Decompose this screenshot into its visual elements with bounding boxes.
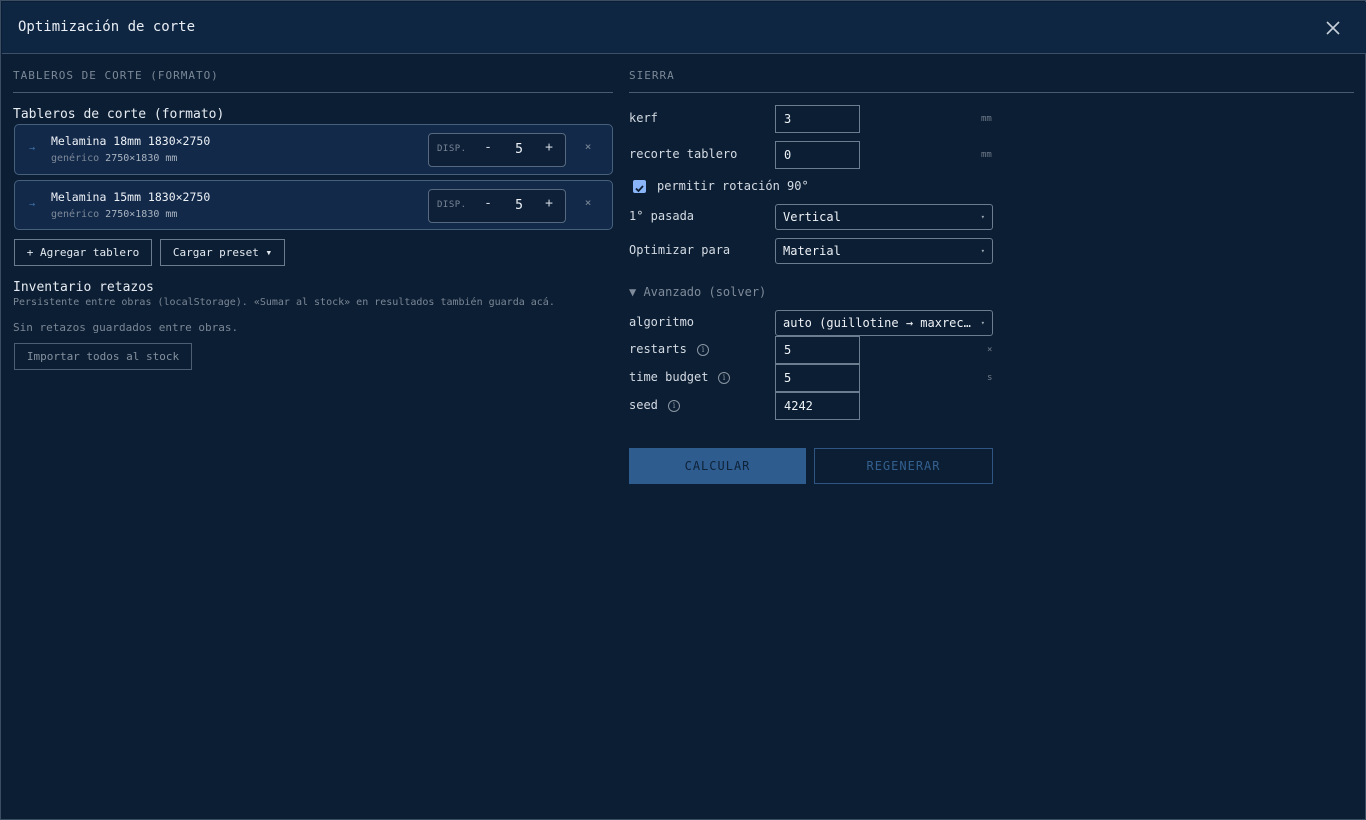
time-budget-label: time budget [629, 370, 709, 384]
divider [629, 92, 1354, 93]
close-icon [1326, 21, 1340, 35]
disp-label: DISP. [437, 144, 467, 154]
first-pass-select[interactable]: Vertical ▾ [775, 204, 993, 230]
algorithm-value: auto (guillotine → maxrects) [783, 316, 973, 330]
load-preset-button[interactable]: Cargar preset ▾ [160, 239, 285, 266]
seed-label: seed [629, 398, 658, 412]
restarts-input[interactable]: 5 [775, 336, 860, 364]
info-icon[interactable]: i [697, 344, 709, 356]
arrow-icon: → [29, 143, 36, 154]
seed-input[interactable]: 4242 [775, 392, 860, 420]
advanced-toggle[interactable]: ▼ Avanzado (solver) [629, 285, 766, 299]
trim-unit: mm [981, 150, 992, 160]
arrow-icon: → [29, 199, 36, 210]
chevron-down-icon: ▾ [980, 319, 985, 327]
board-meta: genérico 2750×1830 mm [51, 153, 177, 164]
dialog: Optimización de corte TABLEROS DE CORTE … [0, 0, 1366, 820]
disp-label: DISP. [437, 200, 467, 210]
board-card[interactable]: → Melamina 15mm 1830×2750 genérico 2750×1… [14, 180, 613, 230]
kerf-unit: mm [981, 114, 992, 124]
board-dims: 2750×1830 mm [105, 209, 178, 220]
offcuts-empty-text: Sin retazos guardados entre obras. [13, 321, 239, 334]
restarts-unit: × [987, 345, 993, 355]
time-budget-input[interactable]: 5 [775, 364, 860, 392]
quantity-stepper: DISP. - 5 + [428, 189, 566, 223]
calculate-button[interactable]: CALCULAR [629, 448, 806, 484]
board-name: Melamina 18mm 1830×2750 [51, 134, 211, 148]
trim-input[interactable]: 0 [775, 141, 860, 169]
decrement-button[interactable]: - [481, 196, 495, 216]
algorithm-label: algoritmo [629, 315, 695, 329]
board-kind: genérico [51, 209, 100, 220]
decrement-button[interactable]: - [481, 140, 495, 160]
offcuts-title: Inventario retazos [13, 280, 154, 295]
algorithm-select[interactable]: auto (guillotine → maxrects) ▾ [775, 310, 993, 336]
divider [13, 92, 613, 93]
kerf-input[interactable]: 3 [775, 105, 860, 133]
first-pass-label: 1° pasada [629, 209, 695, 223]
optimize-for-value: Material [783, 244, 841, 258]
import-stock-button[interactable]: Importar todos al stock [14, 343, 192, 370]
board-meta: genérico 2750×1830 mm [51, 209, 177, 220]
board-dims: 2750×1830 mm [105, 153, 178, 164]
trim-label: recorte tablero [629, 147, 738, 161]
dialog-header: Optimización de corte [2, 2, 1366, 54]
dialog-title: Optimización de corte [18, 19, 196, 35]
info-icon[interactable]: i [668, 400, 680, 412]
increment-button[interactable]: + [542, 196, 556, 216]
first-pass-value: Vertical [783, 210, 841, 224]
chevron-down-icon: ▾ [980, 247, 985, 255]
section-title-boards: TABLEROS DE CORTE (FORMATO) [13, 69, 219, 82]
quantity-value[interactable]: 5 [509, 198, 529, 213]
check-icon [635, 185, 644, 193]
optimize-for-select[interactable]: Material ▾ [775, 238, 993, 264]
quantity-stepper: DISP. - 5 + [428, 133, 566, 167]
section-title-saw: SIERRA [629, 69, 675, 82]
board-name: Melamina 15mm 1830×2750 [51, 190, 211, 204]
increment-button[interactable]: + [542, 140, 556, 160]
regenerate-button[interactable]: REGENERAR [814, 448, 993, 484]
info-icon[interactable]: i [718, 372, 730, 384]
chevron-down-icon: ▾ [980, 213, 985, 221]
rotation-checkbox[interactable] [633, 180, 646, 193]
remove-board-button[interactable]: × [581, 140, 595, 156]
rotation-label: permitir rotación 90° [657, 179, 809, 193]
offcuts-description: Persistente entre obras (localStorage). … [13, 297, 555, 308]
board-card[interactable]: → Melamina 18mm 1830×2750 genérico 2750×1… [14, 124, 613, 175]
add-board-button[interactable]: + Agregar tablero [14, 239, 152, 266]
boards-subtitle: Tableros de corte (formato) [13, 107, 225, 122]
quantity-value[interactable]: 5 [509, 142, 529, 157]
board-kind: genérico [51, 153, 100, 164]
optimize-for-label: Optimizar para [629, 243, 731, 257]
close-button[interactable] [1321, 16, 1345, 40]
remove-board-button[interactable]: × [581, 196, 595, 212]
kerf-label: kerf [629, 111, 658, 125]
time-budget-unit: s [987, 373, 993, 383]
restarts-label: restarts [629, 342, 687, 356]
